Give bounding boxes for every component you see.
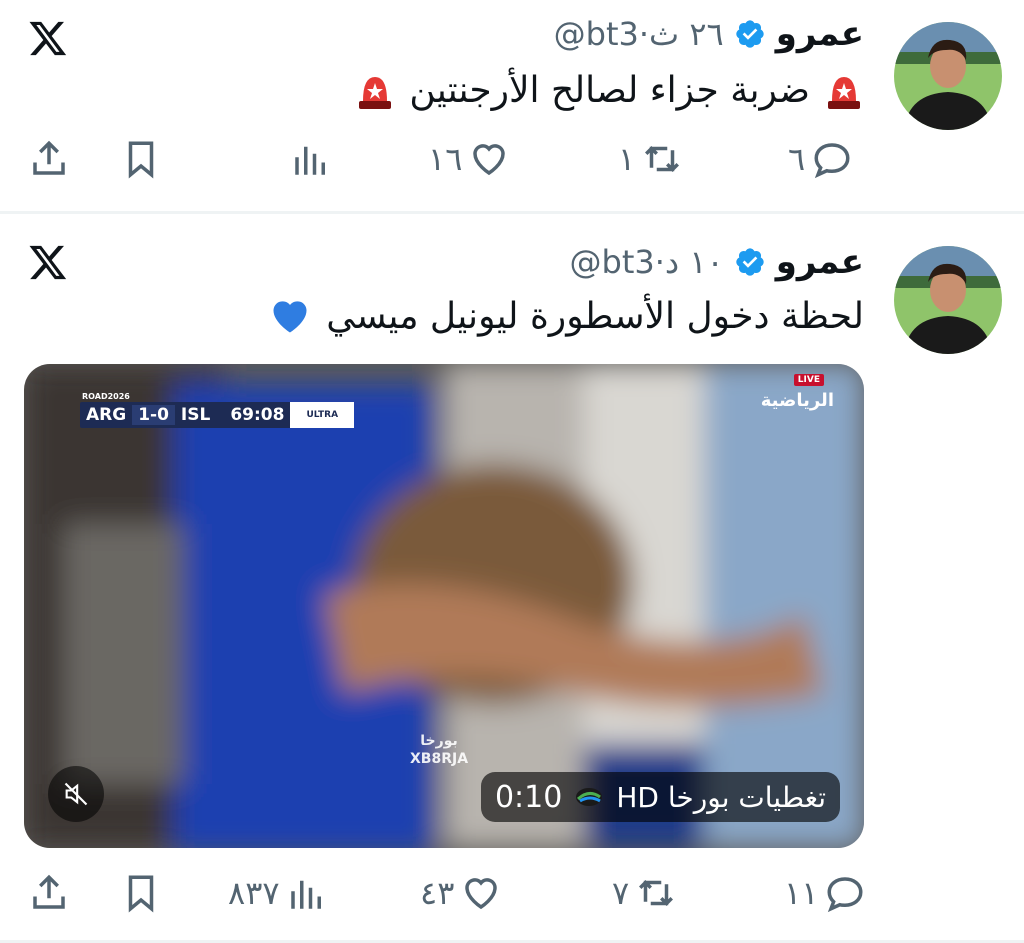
verified-badge-icon (736, 20, 764, 48)
tweet-meta: @bt3·١٠ د (570, 243, 724, 281)
retweet-icon (639, 880, 674, 906)
like-button[interactable]: ٤٣ (420, 868, 502, 918)
tweet-actions: ٨٣٧ ٤٣ ٧ ١١ (28, 868, 864, 918)
views-icon (290, 880, 321, 909)
tweet-1[interactable]: عمرو @bt3·٢٦ ث ضربة جزاء لصالح الأرجنتين (0, 0, 1024, 212)
avatar[interactable] (894, 22, 1002, 130)
tweet-time[interactable]: ٢٦ ث (649, 15, 724, 53)
scoreboard: ARG 1-0 ISL 69:08 ULTRA (80, 402, 355, 428)
heart-icon (473, 144, 506, 176)
heart-icon (465, 878, 498, 910)
tweet-time[interactable]: ١٠ د (665, 243, 724, 281)
retweet-count: ١ (618, 140, 636, 178)
home-team: ARG (86, 405, 127, 425)
bookmark-button[interactable] (120, 134, 162, 184)
bookmark-icon (128, 141, 154, 179)
bookmark-button[interactable] (120, 868, 162, 918)
views-button[interactable]: ٨٣٧ (228, 868, 328, 918)
tweet-header: عمرو @bt3·٢٦ ث (554, 14, 864, 54)
match-clock: 69:08 (230, 405, 285, 425)
away-team: ISL (180, 405, 211, 425)
blue-heart-icon (273, 301, 307, 333)
avatar[interactable] (894, 246, 1002, 354)
retweet-icon (645, 146, 680, 172)
bookmark-icon (128, 875, 154, 913)
video-player[interactable]: ROAD2026 ARG 1-0 ISL 69:08 ULTRA LIVE ال… (24, 364, 864, 848)
tweet-meta: @bt3·٢٦ ث (554, 15, 724, 53)
channel-logo: الرياضية (760, 390, 834, 411)
x-logo-icon[interactable] (28, 18, 68, 58)
retweet-count: ٧ (612, 874, 630, 912)
mute-button[interactable] (48, 766, 104, 822)
views-count: ٨٣٧ (228, 874, 280, 912)
share-icon (33, 874, 65, 909)
ultra-badge: ULTRA (290, 402, 355, 428)
tweet-text: لحظة دخول الأسطورة ليونيل ميسي (326, 295, 864, 337)
police-light-icon (828, 76, 860, 109)
match-score: 1-0 (132, 405, 175, 425)
channel-avatar-icon (576, 788, 603, 806)
watermark-bottom: XB8RJA (410, 751, 469, 767)
reply-icon (827, 877, 863, 913)
reply-count: ٦ (788, 140, 806, 178)
tweet-2[interactable]: عمرو @bt3·١٠ د لحظة دخول الأسطورة ليونيل… (0, 214, 1024, 943)
reply-count: ١١ (784, 874, 819, 912)
verified-badge-icon (736, 248, 764, 276)
tweet-text-row: ضربة جزاء لصالح الأرجنتين (355, 70, 864, 111)
retweet-button[interactable]: ١ (618, 134, 683, 184)
reply-icon (814, 143, 850, 179)
tweet-text: ضربة جزاء لصالح الأرجنتين (409, 70, 810, 111)
tweet-header: عمرو @bt3·١٠ د (570, 242, 865, 282)
live-badge: LIVE (793, 374, 824, 386)
reply-button[interactable]: ١١ (784, 868, 866, 918)
video-info-pill[interactable]: 0:10 تغطيات بورخا HD (480, 772, 840, 822)
retweet-button[interactable]: ٧ (612, 868, 677, 918)
share-icon (33, 140, 65, 175)
like-count: ٤٣ (420, 874, 455, 912)
tweet-text-row: لحظة دخول الأسطورة ليونيل ميسي (268, 294, 864, 338)
meta-separator: · (638, 15, 650, 53)
author-handle[interactable]: @bt3 (554, 15, 639, 53)
meta-separator: · (654, 243, 665, 281)
like-count: ١٦ (428, 140, 463, 178)
video-caption: تغطيات بورخا HD (616, 780, 826, 814)
views-icon (295, 146, 325, 175)
author-name[interactable]: عمرو (776, 14, 864, 54)
watermark: بورخا XB8RJA (410, 732, 468, 768)
x-logo-icon[interactable] (28, 242, 68, 282)
tournament-tag: ROAD2026 (82, 392, 130, 401)
author-handle[interactable]: @bt3 (570, 243, 655, 281)
police-light-icon (359, 76, 392, 109)
speaker-muted-icon (64, 782, 88, 806)
like-button[interactable]: ١٦ (428, 134, 510, 184)
views-button[interactable] (290, 134, 338, 184)
watermark-top: بورخا (420, 733, 458, 749)
share-button[interactable] (28, 868, 70, 918)
tweet-actions: ١٦ ١ ٦ (28, 134, 864, 184)
share-button[interactable] (28, 134, 70, 184)
author-name[interactable]: عمرو (776, 242, 864, 282)
video-duration: 0:10 (494, 779, 563, 815)
reply-button[interactable]: ٦ (788, 134, 853, 184)
